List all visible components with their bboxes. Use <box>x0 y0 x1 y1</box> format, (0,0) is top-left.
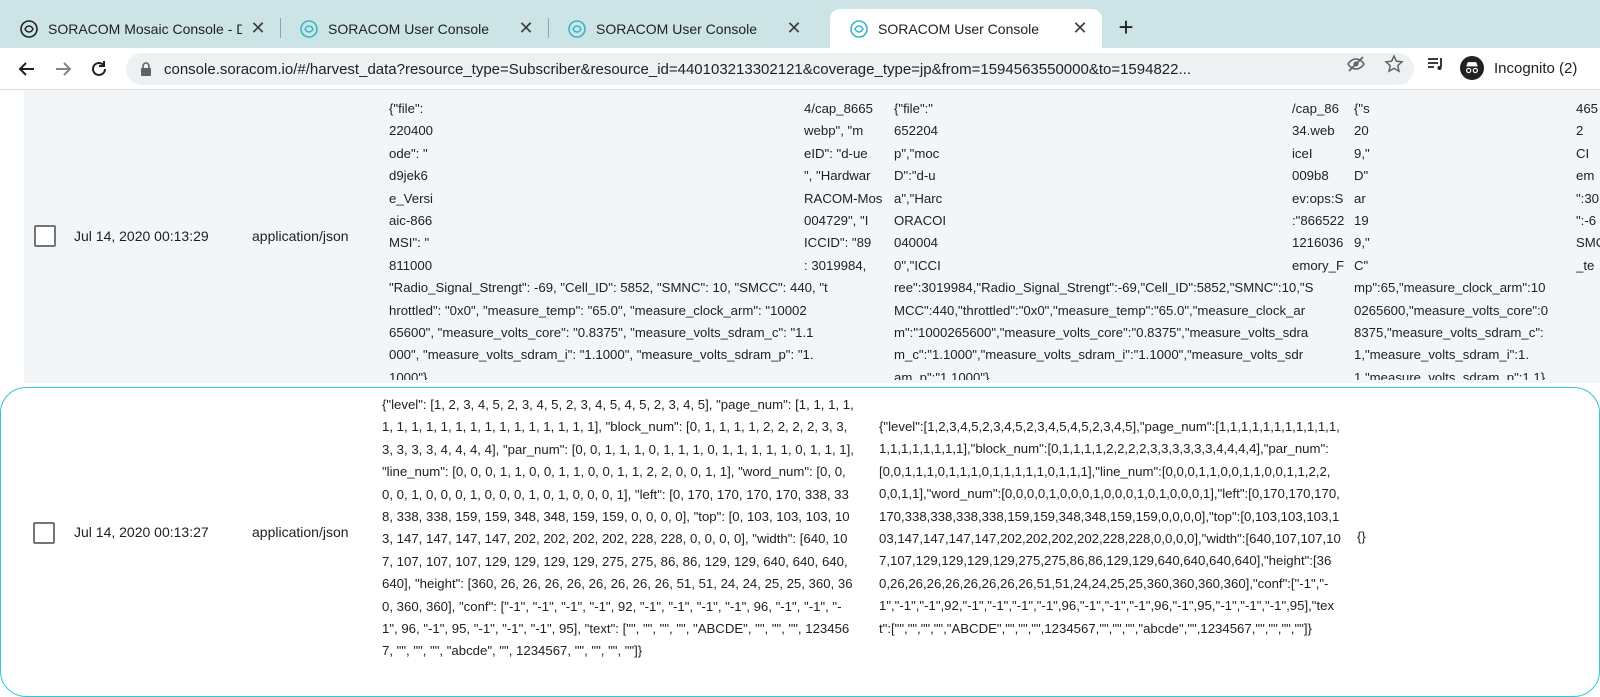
value-line: CI <box>1576 145 1590 161</box>
value-line: 19 <box>1354 213 1369 229</box>
value-line: hrottled": "0x0", "measure_temp": "65.0"… <box>389 302 807 318</box>
content-type-cell: application/json <box>252 228 349 244</box>
row-checkbox[interactable] <box>33 522 55 544</box>
back-icon[interactable] <box>12 54 42 84</box>
soracom-icon <box>300 19 318 38</box>
value-line: ":30 <box>1576 190 1600 206</box>
value-line: 9," <box>1354 235 1370 251</box>
value-cell-pretty: {"file": 220400 ode": " d9jek6 e_Versi a… <box>389 98 869 380</box>
value-line: _te <box>1576 257 1595 273</box>
close-icon[interactable]: ✕ <box>784 18 804 39</box>
value-line: 004729", "I <box>804 213 869 229</box>
value-line: 811000 <box>389 257 433 273</box>
decoded-cell-right: 465 2 CI em ":30 ":-6 SMC _te <box>1576 98 1600 278</box>
soracom-mosaic-icon <box>20 19 38 38</box>
value-line: 465 <box>1576 101 1599 116</box>
tab-title: SORACOM User Console <box>596 20 758 37</box>
value-line: m":"1000265600","measure_volts_core":"0.… <box>894 325 1309 341</box>
value-line: ICCID": "89 <box>804 235 872 251</box>
value-line: SMC <box>1576 235 1600 251</box>
value-line: ode": " <box>389 145 428 161</box>
value-line: 8375,"measure_volts_sdram_c": <box>1354 325 1544 341</box>
soracom-icon <box>850 19 868 38</box>
value-line: 000", "measure_volts_sdram_i": "1.1000",… <box>389 347 814 363</box>
decoded-cell: {"s 20 9," D" ar 19 9," C" mp":65,"measu… <box>1354 98 1600 380</box>
incognito-icon <box>1460 56 1484 80</box>
decoded-cell: {} <box>1357 529 1366 544</box>
value-line: ar <box>1354 190 1366 206</box>
value-line: MSI": " <box>389 235 430 251</box>
tab-strip: SORACOM Mosaic Console - D ✕ SORACOM Use… <box>0 0 1600 48</box>
tab-user-console-2[interactable]: SORACOM User Console ✕ <box>548 9 816 48</box>
value-line: {"s <box>1354 101 1370 116</box>
value-cell-pretty: {"level": [1, 2, 3, 4, 5, 2, 3, 4, 5, 2,… <box>382 397 854 659</box>
value-line: d9jek6 <box>389 168 428 184</box>
reload-icon[interactable] <box>84 54 114 84</box>
value-line: 9," <box>1354 145 1370 161</box>
value-line: e_Versi <box>389 190 433 206</box>
value-line: ree":3019984,"Radio_Signal_Strengt":-69,… <box>894 280 1314 296</box>
tab-user-console-1[interactable]: SORACOM User Console ✕ <box>280 9 548 48</box>
soracom-icon <box>568 19 586 38</box>
incognito-indicator[interactable]: Incognito (2) <box>1460 52 1577 84</box>
value-line: : 3019984, <box>804 257 867 273</box>
url-text: console.soracom.io/#/harvest_data?resour… <box>164 60 1191 78</box>
value-line: ":-6 <box>1576 213 1597 229</box>
content-type-cell: application/json <box>252 524 349 540</box>
value-line: "Radio_Signal_Strengt": -69, "Cell_ID": … <box>389 280 828 296</box>
tab-user-console-active[interactable]: SORACOM User Console ✕ <box>830 9 1102 48</box>
value-line: C" <box>1354 257 1369 273</box>
value-line: aic-866 <box>389 213 433 229</box>
value-line: eID": "d-ue <box>804 145 868 161</box>
value-line: RACOM-Mos <box>804 190 883 206</box>
value-line: 1,"measure_volts_sdram_i":1. <box>1354 347 1530 363</box>
lock-icon <box>141 62 151 76</box>
value-line: D" <box>1354 168 1369 184</box>
tab-title: SORACOM User Console <box>328 20 490 37</box>
close-icon[interactable]: ✕ <box>248 18 268 39</box>
media-queue-icon[interactable] <box>1426 54 1446 74</box>
forward-icon[interactable] <box>48 54 78 84</box>
star-icon[interactable] <box>1384 54 1404 74</box>
value-line: ", "Hardwar <box>804 168 871 184</box>
value-line: 2 <box>1576 123 1584 139</box>
value-line: 65600", "measure_volts_core": "0.8375", … <box>389 325 814 341</box>
timestamp-cell: Jul 14, 2020 00:13:27 <box>74 524 209 540</box>
address-bar[interactable]: console.soracom.io/#/harvest_data?resour… <box>126 53 1414 85</box>
row-checkbox[interactable] <box>34 225 56 247</box>
tab-title: SORACOM User Console <box>878 20 1040 37</box>
close-icon[interactable]: ✕ <box>1070 18 1090 39</box>
timestamp-cell: Jul 14, 2020 00:13:29 <box>74 228 209 244</box>
value-line: MCC":440,"throttled":"0x0","measure_temp… <box>894 302 1306 318</box>
value-line: am_p":"1.1000"} <box>894 369 990 380</box>
value-line: {"file": <box>389 101 424 116</box>
table-row-selected[interactable]: Jul 14, 2020 00:13:27 application/json {… <box>0 387 1600 697</box>
value-line: 4/cap_8665 <box>804 101 873 116</box>
value-line: webp", "m <box>804 123 864 139</box>
value-line: m_c":"1.1000","measure_volts_sdram_i":"1… <box>894 347 1304 363</box>
value-line: 20 <box>1354 123 1369 139</box>
value-cell-raw: {"level":[1,2,3,4,5,2,3,4,5,2,3,4,5,4,5,… <box>879 419 1341 636</box>
value-line: em <box>1576 168 1595 184</box>
browser-toolbar: console.soracom.io/#/harvest_data?resour… <box>0 48 1600 90</box>
value-line: 1,"measure_volts_sdram_p":1.1} <box>1354 369 1546 380</box>
plus-icon[interactable]: + <box>1112 14 1140 42</box>
tab-mosaic-console[interactable]: SORACOM Mosaic Console - D ✕ <box>0 9 280 48</box>
profile-label: Incognito (2) <box>1494 59 1578 77</box>
eye-off-icon[interactable] <box>1346 54 1366 74</box>
close-icon[interactable]: ✕ <box>516 18 536 39</box>
tab-title: SORACOM Mosaic Console - D <box>48 20 242 37</box>
harvest-data-table: Jul 14, 2020 00:13:29 application/json {… <box>0 90 1600 697</box>
value-cell-pretty-right: 4/cap_8665 webp", "m eID": "d-ue ", "Har… <box>804 98 884 278</box>
value-line: mp":65,"measure_clock_arm":10 <box>1354 280 1546 296</box>
table-row[interactable]: Jul 14, 2020 00:13:29 application/json {… <box>0 90 1600 383</box>
value-line: 1000"} <box>389 369 428 380</box>
value-line: 220400 <box>389 123 434 139</box>
value-line: 0265600,"measure_volts_core":0 <box>1354 302 1549 318</box>
